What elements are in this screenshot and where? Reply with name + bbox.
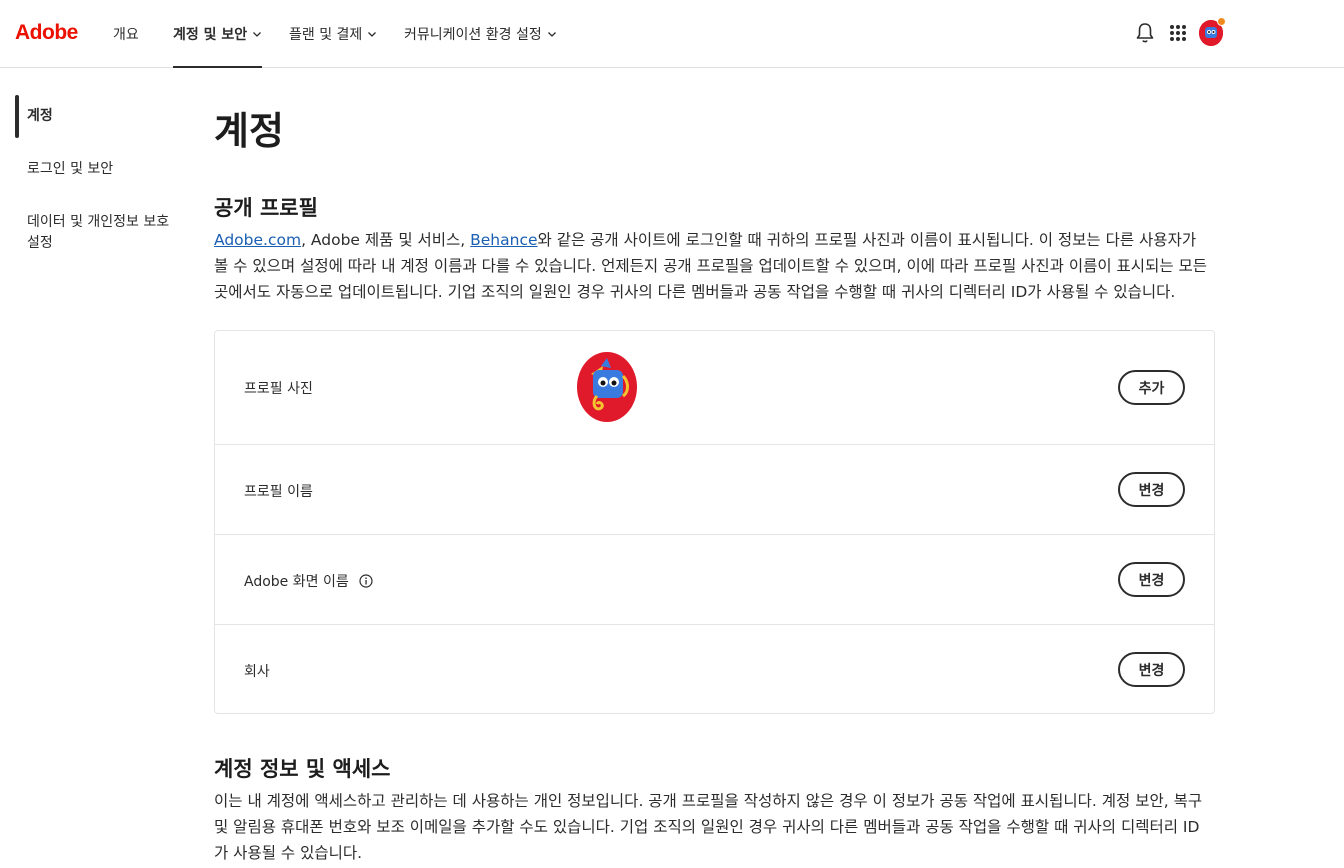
active-nav-indicator <box>173 66 263 68</box>
nav-communication-preferences[interactable]: 커뮤니케이션 환경 설정 <box>404 0 557 68</box>
profile-name-label: 프로필 이름 <box>244 484 313 500</box>
nav-overview[interactable]: 개요 <box>113 0 139 68</box>
adobe-com-link[interactable]: Adobe.com <box>214 231 301 249</box>
nav-communication-preferences-label: 커뮤니케이션 환경 설정 <box>404 27 542 43</box>
info-icon[interactable] <box>359 574 373 588</box>
account-info-heading: 계정 정보 및 액세스 <box>214 757 391 781</box>
top-navigation-bar: Adobe 개요 계정 및 보안 플랜 및 결제 커뮤니케이션 환경 설정 <box>0 0 1344 68</box>
adobe-logo[interactable]: Adobe <box>15 21 78 45</box>
account-info-description: 이는 내 계정에 액세스하고 관리하는 데 사용하는 개인 정보입니다. 공개 … <box>214 792 1203 862</box>
profile-photo-label: 프로필 사진 <box>244 381 313 397</box>
nav-account-security[interactable]: 계정 및 보안 <box>173 0 263 68</box>
profile-photo-row: 프로필 사진 추가 <box>215 331 1214 445</box>
page-title: 계정 <box>214 109 284 153</box>
bell-icon[interactable] <box>1132 20 1158 46</box>
screen-name-label-wrap: Adobe 화면 이름 <box>244 571 373 591</box>
sidebar-item-data-privacy[interactable]: 데이터 및 개인정보 보호 설정 <box>27 212 177 254</box>
change-company-button[interactable]: 변경 <box>1118 652 1185 687</box>
screen-name-label: Adobe 화면 이름 <box>244 574 349 590</box>
screen-name-row: Adobe 화면 이름 변경 <box>215 535 1214 625</box>
notification-dot <box>1217 17 1226 26</box>
change-profile-name-button[interactable]: 변경 <box>1118 472 1185 507</box>
profile-picture <box>577 352 637 422</box>
change-screen-name-button[interactable]: 변경 <box>1118 562 1185 597</box>
description-text-1: , Adobe 제품 및 서비스, <box>301 231 471 249</box>
company-label: 회사 <box>244 664 270 680</box>
sidebar-item-account[interactable]: 계정 <box>27 106 177 127</box>
profile-name-row: 프로필 이름 변경 <box>215 445 1214 535</box>
public-profile-description: Adobe.com, Adobe 제품 및 서비스, Behance와 같은 공… <box>214 227 1209 305</box>
avatar[interactable] <box>1199 17 1226 46</box>
chevron-down-icon <box>253 32 262 37</box>
chevron-down-icon <box>547 32 556 37</box>
nav-plans-billing[interactable]: 플랜 및 결제 <box>289 0 377 68</box>
behance-link[interactable]: Behance <box>470 231 537 249</box>
nav-plans-billing-label: 플랜 및 결제 <box>289 27 363 43</box>
add-profile-photo-button[interactable]: 추가 <box>1118 370 1185 405</box>
chevron-down-icon <box>368 32 377 37</box>
public-profile-card: 프로필 사진 추가 프로필 이름 변경 Adobe 화면 이름 변경 회사 변경 <box>214 330 1215 714</box>
company-row: 회사 변경 <box>215 625 1214 713</box>
nav-account-security-label: 계정 및 보안 <box>173 27 248 43</box>
nav-overview-label: 개요 <box>113 27 139 43</box>
sidebar-item-login-security[interactable]: 로그인 및 보안 <box>27 159 177 180</box>
apps-grid-icon[interactable] <box>1165 20 1191 46</box>
sidebar-active-indicator <box>15 95 19 138</box>
public-profile-heading: 공개 프로필 <box>214 196 318 220</box>
